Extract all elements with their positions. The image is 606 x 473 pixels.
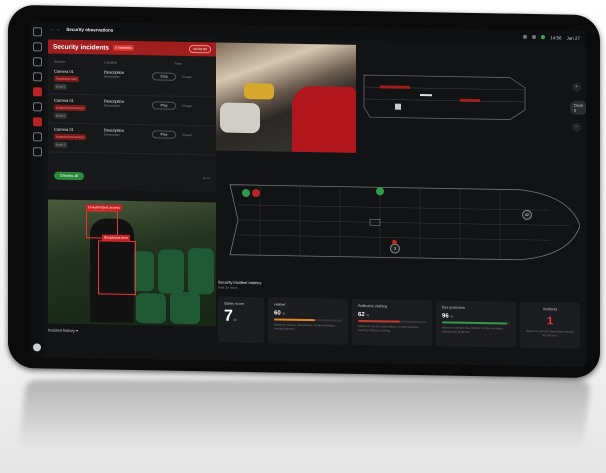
seat-image (170, 291, 200, 325)
play-button[interactable]: Play (152, 101, 176, 110)
menu-icon[interactable] (32, 27, 42, 37)
camera-name: Camera 01 (54, 97, 74, 103)
plan-marker-green[interactable] (242, 188, 250, 198)
play-button[interactable]: Play (152, 130, 176, 139)
camera-name: Camera 01 (54, 126, 74, 132)
reflective-progress (358, 319, 426, 324)
incident-time: 5h ago (182, 132, 192, 138)
incident-detail: Description (104, 103, 120, 108)
helmet-note: Based on camera observations of crew mem… (274, 322, 335, 331)
avatar[interactable] (33, 343, 41, 352)
detection-box (98, 240, 136, 296)
eye-protection-value: 96 (442, 313, 449, 320)
incidents-count-badge: 3 incidents (113, 44, 134, 52)
detection-label: Suspicious item (102, 234, 130, 241)
eye-protection-card[interactable]: Eye protection 96 % Based on camera obse… (436, 300, 516, 348)
reflective-note: Based on camera observations of crew mem… (358, 323, 419, 333)
next-button[interactable]: Next (203, 176, 210, 180)
security-incidents-panel: Security incidents 3 incidents 00:00:00 … (48, 39, 216, 193)
bell-icon[interactable] (32, 57, 42, 67)
dismiss-all-button[interactable]: Dismiss all (54, 171, 85, 181)
eye-protection-progress (442, 321, 510, 325)
incident-row[interactable]: Camera 01 Suspicious item Deck 5 Descrip… (48, 65, 216, 98)
safety-score-max: /10 (232, 317, 238, 322)
ship-side-schematic[interactable] (360, 55, 560, 138)
tablet-reflection (18, 380, 591, 450)
incident-detail: Description (104, 132, 120, 137)
incidents-title: Security incidents (53, 43, 109, 52)
incident-tag: Unauthorized access (54, 104, 87, 112)
app-screen: ← → Security observations 14:56 Jan 27 S… (30, 21, 586, 367)
safety-score-card[interactable]: Safety score 7/10 (218, 296, 264, 344)
reflective-label: Reflective clothing (358, 303, 388, 309)
page-title: Security observations (66, 26, 114, 33)
camera-name: Camera 01 (54, 68, 74, 74)
helmet-label: Helmet (274, 302, 286, 307)
incident-detail: Description (104, 74, 120, 79)
plan-marker-count[interactable]: 3 (390, 243, 400, 254)
plan-marker-red[interactable] (252, 189, 260, 198)
metrics-title: Security incident metrics (218, 279, 262, 286)
status-dot (541, 35, 546, 40)
red-car-image (292, 85, 356, 153)
white-car-image (220, 102, 260, 134)
reflective-card[interactable]: Reflective clothing 62 % Based on camera… (352, 298, 432, 347)
flame-icon[interactable] (32, 72, 42, 82)
live-timer[interactable]: 00:00:00 (189, 44, 211, 54)
incident-tag: Suspicious item (54, 75, 80, 83)
column-location: Location (104, 60, 118, 65)
seat-image (188, 247, 214, 295)
plan-marker-green[interactable] (376, 187, 384, 196)
incidents-footer: Dismiss all Next (54, 171, 210, 183)
incidents-card-label: Incidents (542, 307, 558, 312)
chart-icon[interactable] (32, 132, 42, 142)
eye-protection-note: Based on camera observations of crew mem… (442, 325, 503, 334)
users-icon[interactable] (32, 117, 42, 127)
incident-row[interactable]: Camera 01 Unauthorized access Deck 5 Des… (48, 94, 216, 127)
safety-score-label: Safety score (224, 301, 244, 306)
yellow-car-image (244, 82, 274, 100)
deck-selector-button[interactable]: Deck 5 (570, 100, 586, 115)
camera-feed-cabin[interactable]: Unauthorized access Suspicious item (48, 199, 216, 327)
helmet-progress (274, 318, 342, 322)
incident-row[interactable]: Camera 01 Unauthorized access Deck 5 Des… (48, 123, 216, 156)
security-icon[interactable] (32, 87, 42, 97)
zoom-in-button[interactable]: + (572, 82, 581, 92)
globe-icon[interactable] (532, 34, 537, 40)
settings-icon[interactable] (32, 147, 42, 157)
tablet-frame: ← → Security observations 14:56 Jan 27 S… (8, 4, 600, 379)
safety-score-value: 7 (224, 307, 233, 325)
incident-tag: Unauthorized access (54, 133, 87, 141)
zone-tag: Deck 5 (54, 112, 68, 119)
helmet-card[interactable]: Helmet 60 % Based on camera observations… (268, 297, 348, 345)
column-source: Source (54, 59, 66, 64)
incident-time: 5h ago (182, 74, 192, 80)
incident-history-dropdown[interactable]: Incident history ▾ (48, 328, 78, 334)
eye-protection-label: Eye protection (442, 305, 465, 310)
stop-button[interactable]: Stop (152, 72, 176, 81)
nav-rail (30, 21, 44, 358)
incidents-card-note: Based on camera observations during the … (526, 328, 574, 338)
clock-time: 14:56 (550, 34, 562, 40)
column-time: Time (174, 61, 182, 66)
zone-tag: Deck 5 (54, 83, 68, 90)
location-icon[interactable] (32, 102, 42, 112)
signal-icon (523, 34, 528, 39)
seat-image (158, 249, 184, 294)
clock-date: Jan 27 (566, 35, 580, 41)
plan-marker-count[interactable]: 42 (522, 209, 532, 220)
helmet-value: 60 (274, 310, 281, 317)
seat-image (136, 293, 166, 324)
metrics-subtitle: Past 24 hours (218, 285, 238, 290)
incident-time: 5h ago (182, 103, 192, 109)
reflective-value: 62 (358, 311, 365, 319)
detection-label: Unauthorized access (86, 204, 122, 211)
incidents-card[interactable]: Incidents 1 Based on camera observations… (520, 301, 580, 349)
back-forward-icon[interactable]: ← → (50, 26, 60, 31)
incidents-card-value: 1 (546, 315, 554, 328)
zoom-out-button[interactable]: − (572, 122, 581, 132)
ship-plan-view[interactable] (220, 175, 580, 276)
home-icon[interactable] (32, 42, 42, 52)
zone-tag: Deck 5 (54, 141, 68, 148)
